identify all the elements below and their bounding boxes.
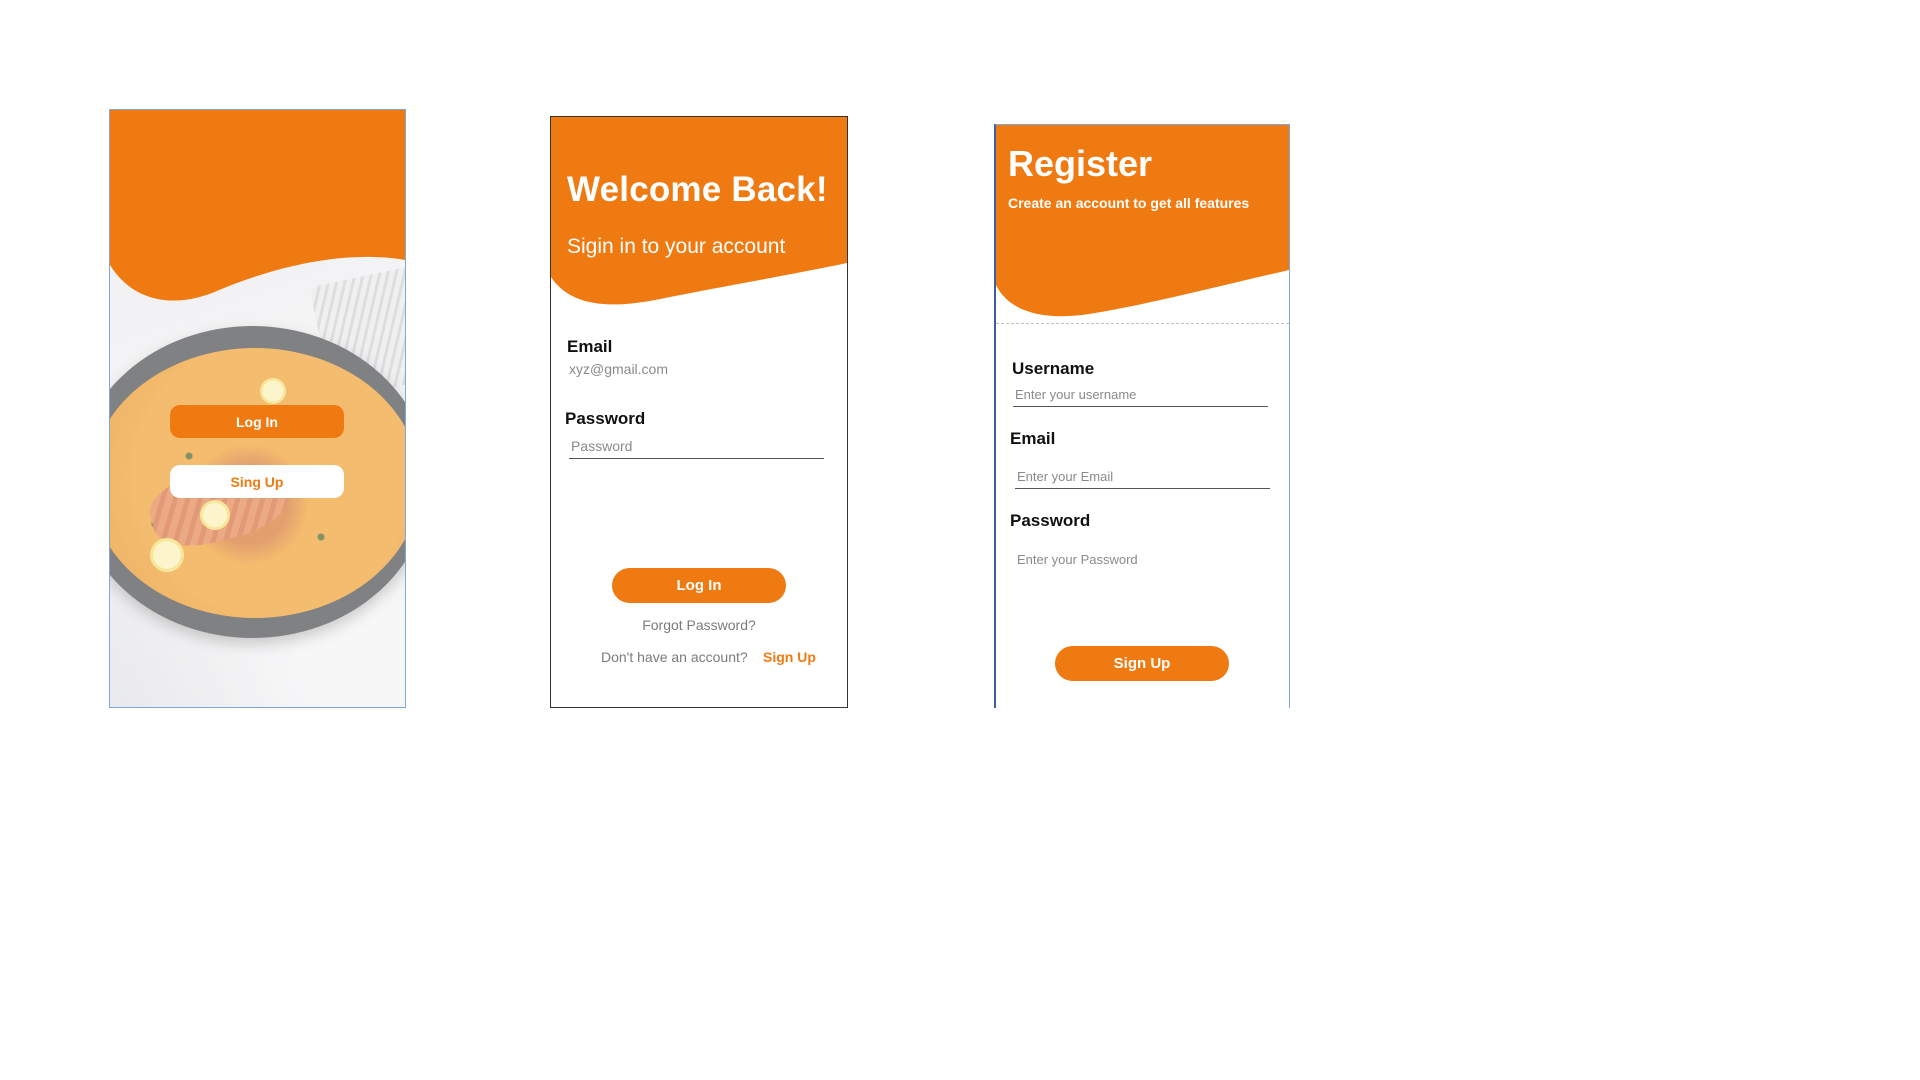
email-label: Email: [567, 337, 613, 356]
signup-link[interactable]: Sign Up: [763, 649, 816, 665]
page-title: Welcome Back!: [567, 170, 828, 209]
password-field[interactable]: [1015, 547, 1270, 571]
signup-button[interactable]: Sing Up: [170, 465, 344, 498]
welcome-screen: Log In Sing Up: [109, 109, 406, 708]
username-label: Username: [1012, 359, 1095, 378]
orange-header-wave: [551, 117, 847, 305]
email-label: Email: [1010, 429, 1056, 448]
forgot-password-link[interactable]: Forgot Password?: [551, 617, 847, 633]
signup-button[interactable]: Sign Up: [1055, 646, 1229, 681]
login-screen: Welcome Back! Sigin in to your account E…: [550, 116, 848, 708]
divider: [996, 323, 1289, 324]
password-label: Password: [565, 409, 646, 428]
page-subtitle: Create an account to get all features: [1008, 195, 1250, 211]
register-screen: Register Create an account to get all fe…: [994, 124, 1290, 708]
no-account-text: Don't have an account?: [601, 649, 748, 665]
email-field[interactable]: [1015, 465, 1270, 489]
page-subtitle: Sigin in to your account: [567, 235, 786, 258]
email-field[interactable]: [567, 357, 822, 381]
login-button[interactable]: Log In: [612, 568, 786, 603]
password-field[interactable]: [569, 433, 824, 459]
login-button[interactable]: Log In: [170, 405, 344, 438]
username-field[interactable]: [1013, 383, 1268, 407]
page-title: Register: [1008, 143, 1153, 184]
orange-header-wave: [110, 110, 405, 301]
password-label: Password: [1010, 511, 1091, 530]
